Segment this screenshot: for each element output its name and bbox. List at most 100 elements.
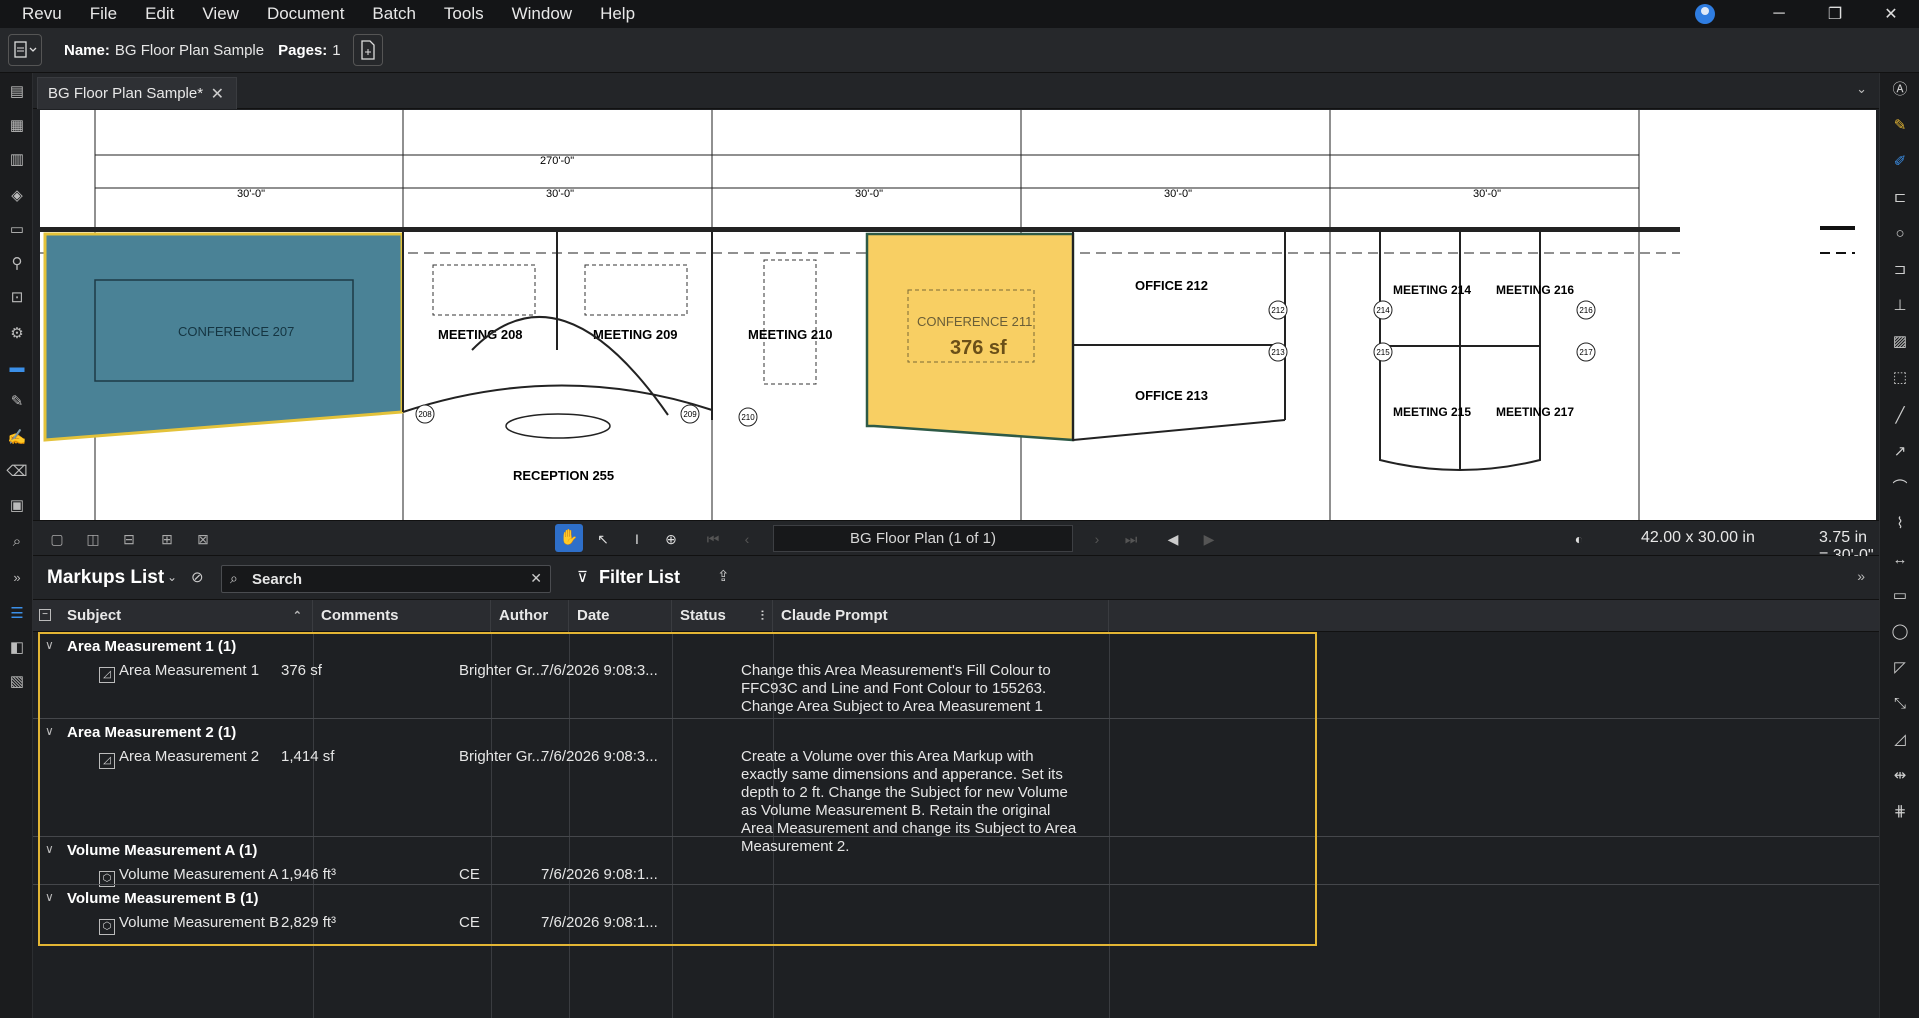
layers-icon[interactable]: ◈ (6, 185, 28, 207)
filter-list-button[interactable]: Filter List (599, 567, 680, 588)
previous-view-icon[interactable]: ◀ (1163, 529, 1183, 549)
next-page-icon[interactable]: › (1087, 529, 1107, 549)
file-access-icon[interactable]: ▧ (6, 671, 28, 693)
thumbnails-icon[interactable]: ▤ (6, 81, 28, 103)
chevron-down-icon[interactable]: ∨ (45, 890, 54, 904)
last-page-icon[interactable]: ⏭ (1121, 529, 1141, 549)
callout-icon[interactable]: ⊏ (1889, 187, 1911, 209)
previous-page-icon[interactable]: ‹ (737, 529, 757, 549)
arc-icon[interactable]: ⌒ (1889, 477, 1911, 499)
tab-list-chevron-icon[interactable]: ⌄ (1856, 81, 1867, 97)
stamp-icon[interactable]: ⊥ (1889, 295, 1911, 317)
grid-icon[interactable]: ▦ (6, 115, 28, 137)
pen-icon[interactable]: ✐ (1889, 151, 1911, 173)
collapse-all-icon[interactable]: − (39, 609, 51, 621)
document-tab[interactable]: BG Floor Plan Sample* ✕ (37, 77, 237, 109)
column-comments[interactable]: Comments (313, 600, 491, 632)
menu-file[interactable]: File (76, 0, 131, 28)
markups-list-title[interactable]: Markups List (47, 567, 164, 589)
column-claude-prompt[interactable]: Claude Prompt (773, 600, 1109, 632)
properties-icon[interactable]: ⚲ (6, 253, 28, 275)
chevron-down-icon[interactable]: ∨ (45, 638, 54, 652)
highlight-icon[interactable]: ✎ (1889, 115, 1911, 137)
close-window-button[interactable]: ✕ (1863, 4, 1919, 24)
single-view-icon[interactable]: ▢ (47, 529, 67, 549)
column-status[interactable]: Status ⫶ (672, 600, 773, 632)
column-subject[interactable]: Subject ⌃ (59, 600, 313, 632)
search-input[interactable]: ⌕ Search ✕ (221, 565, 551, 593)
markups-list-icon[interactable]: ☰ (6, 603, 28, 625)
split-vertical-icon[interactable]: ◫ (83, 529, 103, 549)
door-tag: 209 (683, 410, 697, 419)
export-icon[interactable]: ⇪ (717, 567, 730, 585)
bookmarks-icon[interactable]: ▥ (6, 149, 28, 171)
hide-markups-icon[interactable]: ⊘ (191, 568, 204, 586)
image-icon[interactable]: ▨ (1889, 331, 1911, 353)
select-tool-icon[interactable]: ↖ (593, 529, 613, 549)
line-icon[interactable]: ╱ (1889, 405, 1911, 427)
snapshot-icon[interactable]: ⬚ (1889, 367, 1911, 389)
polyline-icon[interactable]: ⌇ (1889, 513, 1911, 535)
measure-length-icon[interactable]: ⤡ (1889, 693, 1911, 715)
ellipse-icon[interactable]: ◯ (1889, 621, 1911, 643)
text-box-icon[interactable]: Ⓐ (1889, 79, 1911, 101)
minimize-button[interactable]: ─ (1751, 5, 1807, 23)
contrast-icon[interactable]: ◐ (1569, 529, 1589, 549)
expand-right-icon[interactable]: » (1857, 568, 1865, 584)
menu-tools[interactable]: Tools (430, 0, 498, 28)
view-status-bar: ▢ ◫ ⊟ ⊞ ⊠ ✋ ↖ I ⊕ ⏮ ‹ BG Floor Plan (1 o… (33, 520, 1879, 564)
add-page-icon[interactable] (352, 34, 383, 66)
dimension-icon[interactable]: ↔ (1889, 549, 1911, 571)
fit-width-icon[interactable]: ⊠ (193, 529, 213, 549)
rectangle-icon[interactable]: ▭ (1889, 585, 1911, 607)
expand-panel-icon[interactable]: » (6, 567, 28, 589)
chevron-down-icon[interactable]: ∨ (45, 842, 54, 856)
table-row[interactable]: ⬡ Volume Measurement B (99, 914, 279, 935)
chevron-down-icon[interactable]: ⌄ (167, 570, 177, 584)
count-icon[interactable]: ⋕ (1889, 801, 1911, 823)
printer-icon[interactable]: ▣ (6, 495, 28, 517)
page-navigator[interactable]: BG Floor Plan (1 of 1) (773, 525, 1073, 552)
measurements-icon[interactable]: ▬ (6, 357, 28, 379)
forms-icon[interactable]: ✎ (6, 391, 28, 413)
chevron-down-icon[interactable]: ∨ (45, 724, 54, 738)
column-author[interactable]: Author (491, 600, 569, 632)
measure-area-icon[interactable]: ◿ (1889, 729, 1911, 751)
3d-icon[interactable]: ◧ (6, 637, 28, 659)
table-row[interactable]: ◿ Area Measurement 1 (99, 662, 259, 683)
menu-revu[interactable]: Revu (0, 0, 76, 28)
select-text-icon[interactable]: I (627, 529, 647, 549)
menu-window[interactable]: Window (498, 0, 586, 28)
search-panel-icon[interactable]: ⌕ (6, 531, 28, 553)
menu-edit[interactable]: Edit (131, 0, 188, 28)
restore-button[interactable]: ❐ (1807, 4, 1863, 24)
fit-page-icon[interactable]: ⊞ (157, 529, 177, 549)
table-row[interactable]: ◿ Area Measurement 2 (99, 748, 259, 769)
close-tab-icon[interactable]: ✕ (211, 84, 224, 104)
cloud-icon[interactable]: ○ (1889, 223, 1911, 245)
first-page-icon[interactable]: ⏮ (703, 529, 723, 549)
measure-perimeter-icon[interactable]: ⇹ (1889, 765, 1911, 787)
next-view-icon[interactable]: ▶ (1199, 529, 1219, 549)
zoom-icon[interactable]: ⊕ (661, 529, 681, 549)
drawing-canvas[interactable]: 270'-0" 30'-0" 30'-0" 30'-0" 30'-0" 30'-… (40, 110, 1876, 520)
split-horizontal-icon[interactable]: ⊟ (119, 529, 139, 549)
document-menu-icon[interactable] (8, 34, 42, 66)
menu-view[interactable]: View (188, 0, 253, 28)
clear-search-icon[interactable]: ✕ (530, 570, 542, 587)
polygon-icon[interactable]: ◸ (1889, 657, 1911, 679)
arrow-icon[interactable]: ↗ (1889, 441, 1911, 463)
sticky-note-icon[interactable]: ⊐ (1889, 259, 1911, 281)
user-avatar-icon[interactable] (1695, 4, 1715, 24)
menu-document[interactable]: Document (253, 0, 358, 28)
menu-help[interactable]: Help (586, 0, 649, 28)
column-date[interactable]: Date (569, 600, 672, 632)
sets-icon[interactable]: ⊡ (6, 287, 28, 309)
pan-tool-button[interactable]: ✋ (555, 524, 583, 552)
menu-batch[interactable]: Batch (358, 0, 429, 28)
tab-title: BG Floor Plan Sample* (48, 85, 204, 102)
toolchest-icon[interactable]: ▭ (6, 219, 28, 241)
settings-icon[interactable]: ⚙ (6, 323, 28, 345)
tags-icon[interactable]: ⌫ (6, 461, 28, 483)
signatures-icon[interactable]: ✍ (6, 427, 28, 449)
